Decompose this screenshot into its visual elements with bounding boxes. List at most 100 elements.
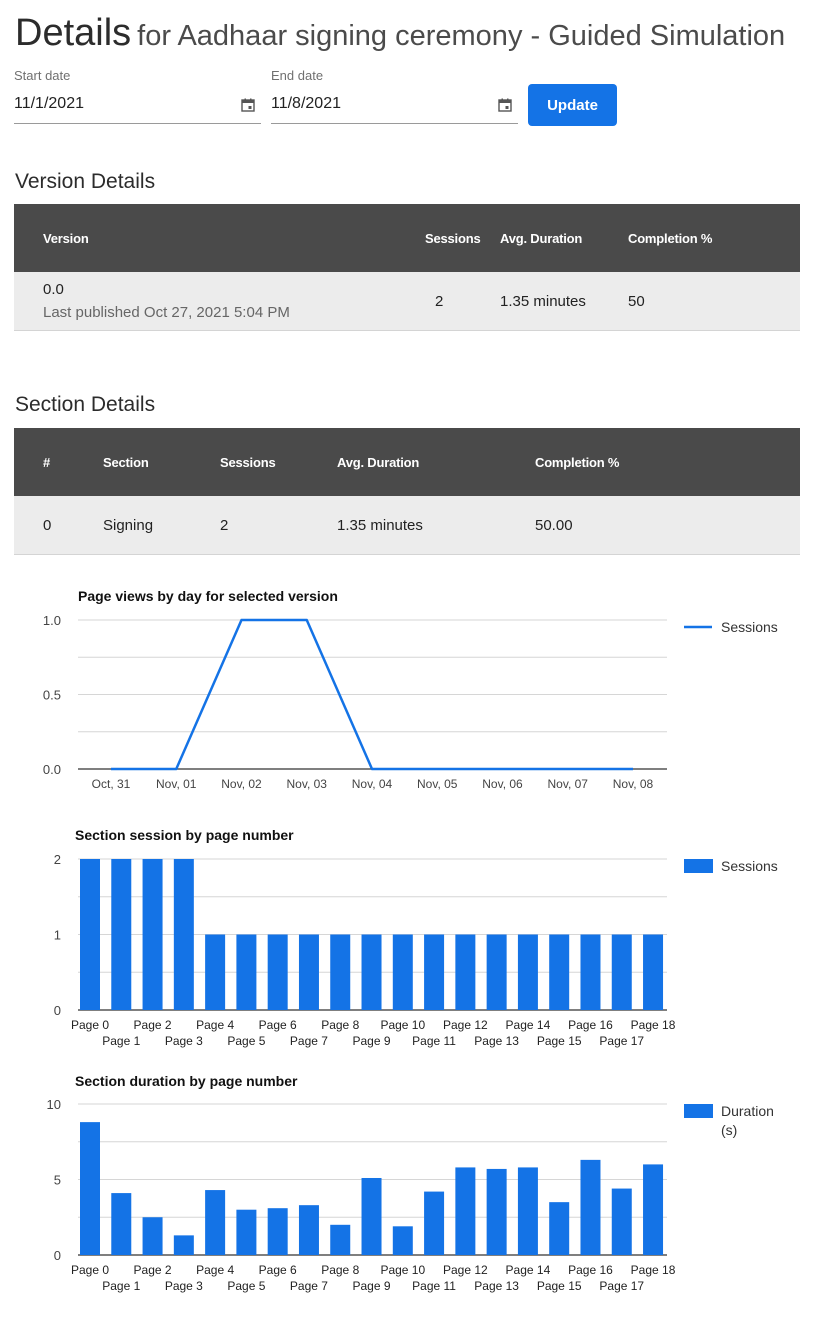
column-header-number[interactable]: #	[14, 428, 103, 496]
bar	[549, 1202, 570, 1255]
x-tick-label: Page 17	[599, 1279, 644, 1293]
column-header-sessions[interactable]: Sessions	[425, 204, 500, 272]
x-tick-label: Page 5	[227, 1034, 265, 1048]
bar	[236, 1209, 257, 1255]
bar	[111, 859, 132, 1010]
calendar-icon[interactable]	[241, 98, 255, 112]
bar	[205, 1190, 226, 1255]
bar	[330, 1224, 351, 1255]
table-row[interactable]: 0 Signing 2 1.35 minutes 50.00	[14, 496, 800, 555]
y-tick-label: 1.0	[43, 613, 61, 628]
legend-swatch	[684, 859, 713, 873]
x-tick-label: Page 16	[568, 1263, 613, 1277]
bar	[517, 1167, 538, 1255]
bar	[361, 934, 382, 1010]
table-header-row: Version Sessions Avg. Duration Completio…	[14, 204, 800, 272]
bar	[611, 934, 632, 1010]
x-tick-label: Page 17	[599, 1034, 644, 1048]
x-tick-label: Page 7	[290, 1279, 328, 1293]
x-tick-label: Page 15	[537, 1034, 582, 1048]
bar	[142, 859, 163, 1010]
x-tick-label: Nov, 02	[221, 777, 262, 791]
page-views-line-chart: 0.0 0.5 1.0 Oct, 31 Nov, 01 Nov, 02 Nov, 03 Nov…	[43, 613, 778, 791]
x-tick-label: Page 1	[102, 1034, 140, 1048]
column-header-completion[interactable]: Completion %	[628, 204, 800, 272]
y-tick-label: 10	[47, 1097, 61, 1112]
x-tick-label: Page 10	[380, 1263, 425, 1277]
version-details-title: Version Details	[15, 170, 156, 193]
last-published-text: Last published Oct 27, 2021 5:04 PM	[43, 304, 290, 321]
chart-title: Section duration by page number	[75, 1073, 298, 1089]
x-tick-label: Page 11	[412, 1279, 456, 1293]
x-tick-label: Nov, 08	[613, 777, 654, 791]
x-tick-label: Page 6	[259, 1018, 297, 1032]
legend-label: Sessions	[721, 858, 778, 874]
column-header-sessions[interactable]: Sessions	[220, 428, 337, 496]
bar	[298, 1205, 319, 1255]
bar	[643, 934, 664, 1010]
bar	[424, 1191, 445, 1255]
version-details-table: Version Sessions Avg. Duration Completio…	[14, 204, 800, 331]
column-header-completion[interactable]: Completion %	[535, 428, 800, 496]
x-tick-label: Page 2	[134, 1018, 172, 1032]
table-header-row: # Section Sessions Avg. Duration Complet…	[14, 428, 800, 496]
start-date-field[interactable]: Start date 11/1/2021	[14, 68, 261, 124]
completion-cell: 50.00	[535, 496, 800, 555]
x-tick-label: Page 4	[196, 1018, 234, 1032]
bar	[173, 859, 194, 1010]
column-header-version[interactable]: Version	[14, 204, 425, 272]
bar	[298, 934, 319, 1010]
bar	[80, 1122, 100, 1255]
x-tick-label: Page 7	[290, 1034, 328, 1048]
column-header-avg-duration[interactable]: Avg. Duration	[337, 428, 535, 496]
sessions-cell: 2	[220, 496, 337, 555]
section-cell: Signing	[103, 496, 220, 555]
completion-cell: 50	[628, 272, 800, 331]
number-cell: 0	[14, 496, 103, 555]
end-date-label: End date	[271, 68, 324, 83]
x-tick-label: Page 16	[568, 1018, 613, 1032]
update-button[interactable]: Update	[528, 84, 617, 126]
x-tick-label: Page 14	[506, 1263, 551, 1277]
x-tick-label: Nov, 04	[352, 777, 393, 791]
table-row[interactable]: 0.0 Last published Oct 27, 2021 5:04 PM …	[14, 272, 800, 331]
bar	[580, 934, 601, 1010]
bar	[267, 934, 288, 1010]
avg-duration-cell: 1.35 minutes	[337, 496, 535, 555]
column-header-avg-duration[interactable]: Avg. Duration	[500, 204, 628, 272]
bar	[267, 1208, 288, 1255]
x-tick-label: Nov, 05	[417, 777, 458, 791]
bar	[392, 934, 413, 1010]
end-date-value[interactable]: 11/8/2021	[271, 95, 341, 113]
section-duration-bar-chart: 0 5 10 Page 0 Page 1 Page 2 Page 3 Page 4 Page 5…	[47, 1097, 774, 1293]
x-tick-label: Oct, 31	[92, 777, 131, 791]
bar	[611, 1188, 632, 1255]
avg-duration-cell: 1.35 minutes	[500, 272, 628, 331]
x-tick-label: Page 8	[321, 1018, 359, 1032]
y-tick-label: 2	[54, 852, 61, 867]
x-tick-label: Page 3	[165, 1034, 203, 1048]
x-tick-label: Page 15	[537, 1279, 582, 1293]
y-tick-label: 0	[54, 1248, 61, 1263]
start-date-value[interactable]: 11/1/2021	[14, 95, 84, 113]
bar	[549, 934, 570, 1010]
x-tick-label: Page 5	[227, 1279, 265, 1293]
x-tick-label: Nov, 01	[156, 777, 197, 791]
x-tick-label: Page 9	[352, 1034, 390, 1048]
page-title-main: Details	[15, 12, 132, 54]
calendar-icon[interactable]	[498, 98, 512, 112]
column-header-section[interactable]: Section	[103, 428, 220, 496]
section-details-table: # Section Sessions Avg. Duration Complet…	[14, 428, 800, 555]
x-tick-label: Nov, 06	[482, 777, 523, 791]
x-tick-label: Page 1	[102, 1279, 140, 1293]
bar	[173, 1235, 194, 1255]
x-tick-label: Page 11	[412, 1034, 456, 1048]
bar	[236, 934, 257, 1010]
chart-title: Page views by day for selected version	[78, 588, 338, 604]
bar	[392, 1226, 413, 1255]
x-tick-label: Page 18	[631, 1263, 676, 1277]
end-date-field[interactable]: End date 11/8/2021	[271, 68, 518, 124]
x-tick-label: Page 0	[71, 1263, 109, 1277]
y-tick-label: 1	[54, 928, 61, 943]
bar	[486, 934, 507, 1010]
